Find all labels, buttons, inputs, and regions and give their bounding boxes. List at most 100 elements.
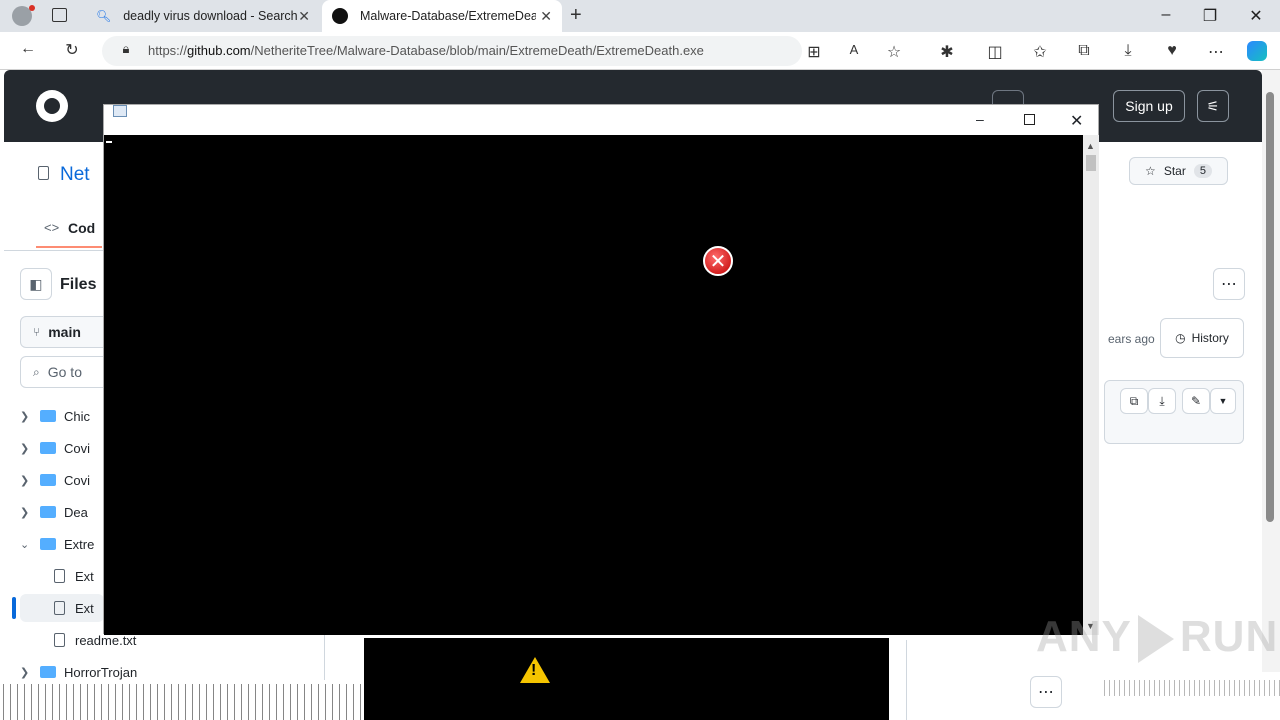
url-text[interactable]: https://github.com/NetheriteTree/Malware… [148, 43, 704, 58]
back-icon[interactable]: ← [18, 40, 38, 58]
more-options-button[interactable]: ⋯ [1213, 268, 1245, 300]
github-logo-icon-inner [44, 98, 60, 114]
close-tab-icon[interactable]: ✕ [540, 8, 552, 25]
download-icon[interactable]: ⤓ [1148, 388, 1176, 414]
history-button[interactable]: ◷ History [1160, 318, 1244, 358]
refresh-icon[interactable]: ↻ [62, 40, 82, 60]
search-icon: ⌕ [33, 364, 40, 379]
edit-dropdown-icon[interactable]: ▼ [1210, 388, 1236, 414]
tree-folder[interactable]: ❯ HorrorTrojan [20, 658, 137, 686]
scroll-up-icon[interactable]: ▲ [1086, 141, 1095, 151]
copy-icon[interactable]: ⧉ [1120, 388, 1148, 414]
app-available-icon[interactable]: ⊞ [804, 42, 824, 62]
tree-file[interactable]: Ext [54, 562, 94, 590]
new-tab-button[interactable]: + [570, 4, 582, 27]
popup-window[interactable]: – ✕ ▲ ▼ [103, 104, 1099, 635]
star-label: Star [1163, 164, 1186, 178]
chevron-right-icon: ❯ [20, 410, 30, 423]
github-icon [332, 8, 348, 24]
tree-folder[interactable]: ❯ Covi [20, 434, 90, 462]
history-icon: ◷ [1175, 331, 1186, 345]
cursor-mark [106, 141, 112, 143]
popup-scrollbar-thumb[interactable] [1086, 155, 1096, 171]
go-to-file-placeholder: Go to [47, 364, 82, 380]
content-divider [906, 640, 907, 720]
star-button[interactable]: ☆ Star 5 [1129, 157, 1228, 185]
more-options-button[interactable]: ⋯ [1030, 676, 1062, 708]
tree-file-selected[interactable]: Ext [54, 594, 94, 622]
play-icon [1137, 615, 1174, 664]
popup-window-secondary[interactable] [364, 638, 889, 720]
tree-folder[interactable]: ❯ Dea [20, 498, 88, 526]
folder-icon [40, 506, 56, 518]
popup-close-icon[interactable]: ✕ [1070, 111, 1083, 131]
star-icon: ☆ [1145, 164, 1156, 178]
performance-icon[interactable]: ♥ [1162, 42, 1182, 60]
repo-owner-link[interactable]: Net [60, 164, 90, 186]
collections-icon[interactable]: ⧉ [1074, 42, 1094, 60]
folder-icon [40, 410, 56, 422]
more-menu-icon[interactable]: ⋯ [1206, 42, 1226, 62]
chevron-right-icon: ❯ [20, 474, 30, 487]
file-icon [54, 601, 65, 615]
sidebar-divider [324, 630, 325, 680]
error-icon: ✕ [703, 246, 733, 276]
downloads-icon[interactable]: ⤓ [1118, 42, 1138, 60]
popup-minimize-icon[interactable]: – [976, 111, 984, 127]
tab-actions-icon[interactable] [52, 8, 67, 22]
tab-github[interactable]: Malware-Database/ExtremeDeath/ ✕ [322, 0, 562, 32]
last-commit-time: ears ago [1108, 332, 1155, 346]
popup-scrollbar[interactable]: ▲ ▼ [1083, 135, 1099, 635]
tree-folder-open[interactable]: ⌄ Extre [20, 530, 94, 558]
popup-maximize-icon[interactable] [1024, 114, 1035, 125]
split-screen-icon[interactable]: ◫ [985, 42, 1005, 62]
tabs-divider [4, 250, 104, 251]
branch-label: main [48, 324, 81, 340]
go-to-file-input[interactable]: ⌕ Go to [20, 356, 110, 388]
tab-code-underline [36, 246, 102, 248]
search-icon: 🔍︎ [96, 9, 112, 23]
glitch-strip [0, 684, 364, 720]
branch-select[interactable]: ⑂ main [20, 316, 110, 348]
folder-icon [40, 474, 56, 486]
tab-search[interactable]: 🔍︎ deadly virus download - Search ✕ [86, 0, 320, 32]
notification-dot [29, 5, 35, 11]
repo-icon [38, 166, 49, 180]
code-icon: <> [44, 220, 60, 235]
menu-icon[interactable]: ⚟ [1197, 90, 1229, 122]
tab-title: Malware-Database/ExtremeDeath/ [360, 9, 536, 23]
signup-button[interactable]: Sign up [1113, 90, 1185, 122]
minimize-icon[interactable]: – [1156, 6, 1176, 24]
page-scrollbar-thumb[interactable] [1266, 92, 1274, 522]
extensions-icon[interactable]: ✱ [937, 42, 957, 62]
tree-selected-marker [12, 597, 16, 619]
file-icon [54, 633, 65, 647]
anyrun-watermark: ANY RUN [1036, 612, 1278, 664]
file-icon [54, 569, 65, 583]
tab-bar: 🔍︎ deadly virus download - Search ✕ Malw… [0, 0, 1280, 32]
chevron-down-icon: ⌄ [20, 538, 30, 551]
tree-folder[interactable]: ❯ Covi [20, 466, 90, 494]
read-aloud-icon[interactable]: A [844, 42, 864, 57]
files-heading: Files [60, 276, 97, 293]
copilot-icon[interactable] [1247, 41, 1267, 61]
popup-black-canvas [104, 135, 1083, 635]
tab-code[interactable]: Cod [68, 220, 95, 236]
chevron-right-icon: ❯ [20, 442, 30, 455]
lock-icon: 🔒︎ [122, 41, 130, 56]
chevron-right-icon: ❯ [20, 506, 30, 519]
folder-open-icon [40, 538, 56, 550]
history-label: History [1191, 331, 1229, 345]
branch-icon: ⑂ [33, 325, 41, 339]
sidebar-toggle-button[interactable]: ◧ [20, 268, 52, 300]
chevron-right-icon: ❯ [20, 666, 30, 679]
favorite-star-icon[interactable]: ☆ [884, 42, 904, 62]
glitch-strip [1100, 680, 1280, 696]
edit-pencil-icon[interactable]: ✎ [1182, 388, 1210, 414]
warning-icon-mark: ! [531, 662, 537, 679]
close-window-icon[interactable]: ✕ [1246, 6, 1266, 26]
restore-icon[interactable]: ❐ [1200, 6, 1220, 26]
close-tab-icon[interactable]: ✕ [298, 8, 310, 25]
favorites-icon[interactable]: ✩ [1030, 42, 1050, 62]
tree-folder[interactable]: ❯ Chic [20, 402, 90, 430]
